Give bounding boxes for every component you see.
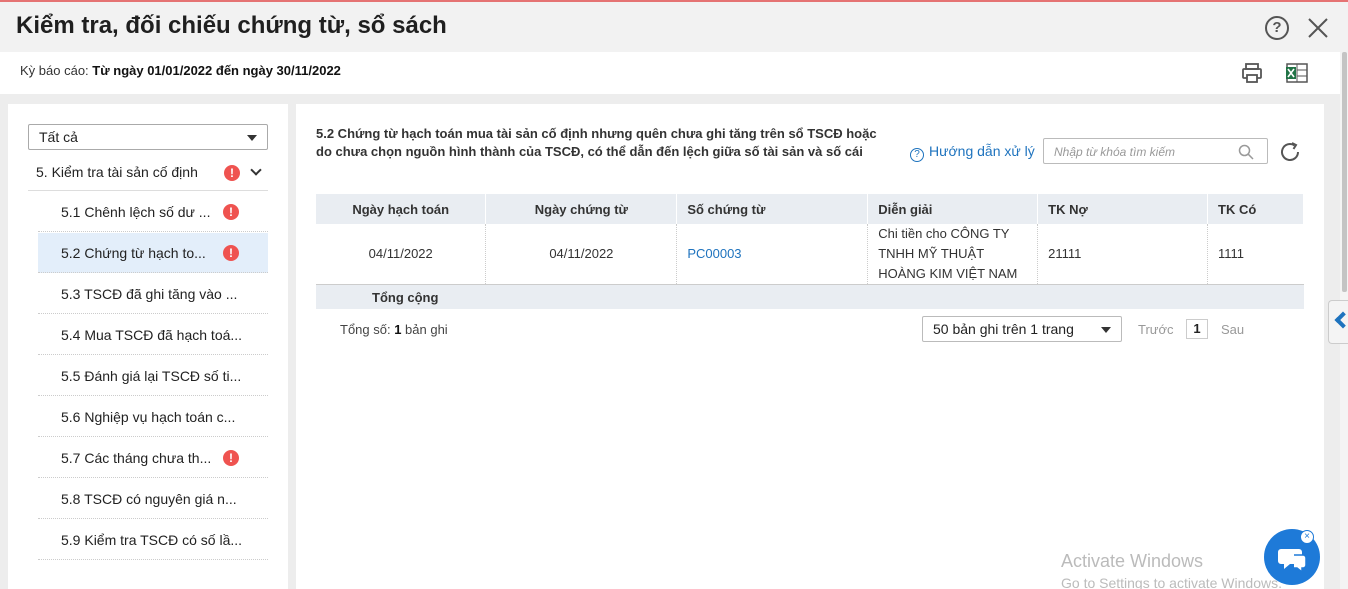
main-panel: 5.2 Chứng từ hạch toán mua tài sản cố đị… [296, 104, 1324, 589]
sidebar-item-5-5[interactable]: 5.5 Đánh giá lại TSCĐ số ti... [38, 356, 268, 396]
voucher-table: Ngày hạch toán Ngày chứng từ Số chứng từ… [316, 194, 1304, 285]
sidebar-item-5-3[interactable]: 5.3 TSCĐ đã ghi tăng vào ... [38, 274, 268, 314]
cell-debit-account: 21111 [1037, 224, 1209, 285]
chevron-down-icon [247, 135, 257, 141]
prev-page-button[interactable]: Trước [1138, 322, 1174, 337]
chevron-down-icon [1101, 327, 1111, 333]
alert-icon: ! [224, 165, 240, 181]
sidebar-item-5-7[interactable]: 5.7 Các tháng chưa th... ! [38, 438, 268, 478]
sidebar-item-5-4[interactable]: 5.4 Mua TSCĐ đã hạch toá... [38, 315, 268, 355]
sidebar-item-label: 5.5 Đánh giá lại TSCĐ số ti... [61, 368, 242, 384]
page-title: Kiểm tra, đối chiếu chứng từ, sổ sách [16, 12, 447, 39]
record-count-prefix: Tổng số: [340, 322, 395, 337]
report-period: Kỳ báo cáo: Từ ngày 01/01/2022 đến ngày … [20, 63, 341, 78]
page-size-select[interactable]: 50 bản ghi trên 1 trang [922, 316, 1122, 342]
scrollbar-thumb[interactable] [1342, 52, 1347, 292]
guide-link[interactable]: ? Hướng dẫn xử lý [910, 143, 1035, 162]
sidebar-item-label: 5.4 Mua TSCĐ đã hạch toá... [61, 327, 243, 343]
alert-icon: ! [223, 245, 239, 261]
sidebar-item-label: 5.9 Kiểm tra TSCĐ có số lầ... [61, 532, 243, 548]
close-chat-icon[interactable]: × [1300, 530, 1314, 544]
check-description: 5.2 Chứng từ hạch toán mua tài sản cố đị… [316, 126, 877, 159]
sidebar-item-label: 5.2 Chứng từ hạch to... [61, 245, 206, 261]
search-input[interactable]: Nhập từ khóa tìm kiếm [1043, 138, 1268, 164]
report-period-value: Từ ngày 01/01/2022 đến ngày 30/11/2022 [92, 63, 341, 78]
column-header[interactable]: Số chứng từ [676, 194, 869, 224]
alert-icon: ! [223, 204, 239, 220]
excel-icon[interactable] [1285, 61, 1309, 85]
sidebar-item-label: 5.7 Các tháng chưa th... [61, 450, 212, 466]
filter-select-value: Tất cả [39, 129, 78, 145]
total-label: Tổng cộng [372, 290, 439, 305]
cell-description: Chi tiền cho CÔNG TY TNHH MỸ THUẬT HOÀNG… [867, 224, 1039, 285]
sidebar-group-label: 5. Kiểm tra tài sản cố định [36, 164, 198, 180]
print-icon[interactable] [1240, 61, 1264, 85]
column-header[interactable]: Diễn giải [867, 194, 1039, 224]
sidebar-item-5-8[interactable]: 5.8 TSCĐ có nguyên giá n... [38, 479, 268, 519]
voucher-number-link[interactable]: PC00003 [676, 224, 869, 285]
current-page[interactable]: 1 [1186, 319, 1208, 339]
sidebar-item-label: 5.3 TSCĐ đã ghi tăng vào ... [61, 286, 238, 302]
column-header[interactable]: Ngày hạch toán [316, 194, 487, 224]
table-header-row: Ngày hạch toán Ngày chứng từ Số chứng từ… [316, 194, 1304, 224]
report-period-label: Kỳ báo cáo: [20, 63, 93, 78]
windows-activation-title: Activate Windows [1061, 551, 1204, 571]
filter-select[interactable]: Tất cả [28, 124, 268, 150]
cell-voucher-date: 04/11/2022 [485, 224, 678, 285]
page-size-value: 50 bản ghi trên 1 trang [933, 321, 1074, 337]
search-icon[interactable] [1238, 144, 1254, 160]
refresh-icon[interactable] [1278, 140, 1302, 164]
alert-icon: ! [223, 450, 239, 466]
total-row: Tổng cộng [316, 285, 1304, 309]
sidebar-item-5-9[interactable]: 5.9 Kiểm tra TSCĐ có số lầ... [38, 520, 268, 560]
cell-posting-date: 04/11/2022 [316, 224, 487, 285]
next-page-button[interactable]: Sau [1221, 322, 1244, 337]
sidebar-item-5-2[interactable]: 5.2 Chứng từ hạch to... ! [38, 233, 268, 273]
windows-activation-subtitle: Go to Settings to activate Windows. [1061, 575, 1282, 589]
close-icon[interactable] [1306, 16, 1330, 40]
chevron-down-icon[interactable] [250, 164, 262, 176]
sidebar-group[interactable]: 5. Kiểm tra tài sản cố định ! [28, 156, 268, 191]
record-count-suffix: bản ghi [401, 322, 448, 337]
column-header[interactable]: Ngày chứng từ [485, 194, 678, 224]
title-bar: Kiểm tra, đối chiếu chứng từ, sổ sách ? [0, 2, 1348, 52]
cell-credit-account: 1111 [1207, 224, 1304, 285]
table-row[interactable]: 04/11/2022 04/11/2022 PC00003 Chi tiền c… [316, 224, 1304, 285]
report-period-bar: Kỳ báo cáo: Từ ngày 01/01/2022 đến ngày … [0, 52, 1340, 94]
guide-link-label: Hướng dẫn xử lý [929, 143, 1035, 159]
column-header[interactable]: TK Nợ [1037, 194, 1209, 224]
info-icon: ? [910, 148, 924, 162]
column-header[interactable]: TK Có [1207, 194, 1304, 224]
sidebar-item-5-6[interactable]: 5.6 Nghiệp vụ hạch toán c... [38, 397, 268, 437]
sidebar-item-label: 5.8 TSCĐ có nguyên giá n... [61, 491, 237, 507]
record-count: Tổng số: 1 bản ghi [340, 322, 448, 337]
sidebar: Tất cả 5. Kiểm tra tài sản cố định ! 5.1… [8, 104, 288, 589]
sidebar-item-label: 5.1 Chênh lệch số dư ... [61, 204, 211, 220]
sidebar-item-5-1[interactable]: 5.1 Chênh lệch số dư ... ! [38, 192, 268, 232]
help-icon[interactable]: ? [1265, 16, 1289, 40]
sidebar-item-label: 5.6 Nghiệp vụ hạch toán c... [61, 409, 236, 425]
